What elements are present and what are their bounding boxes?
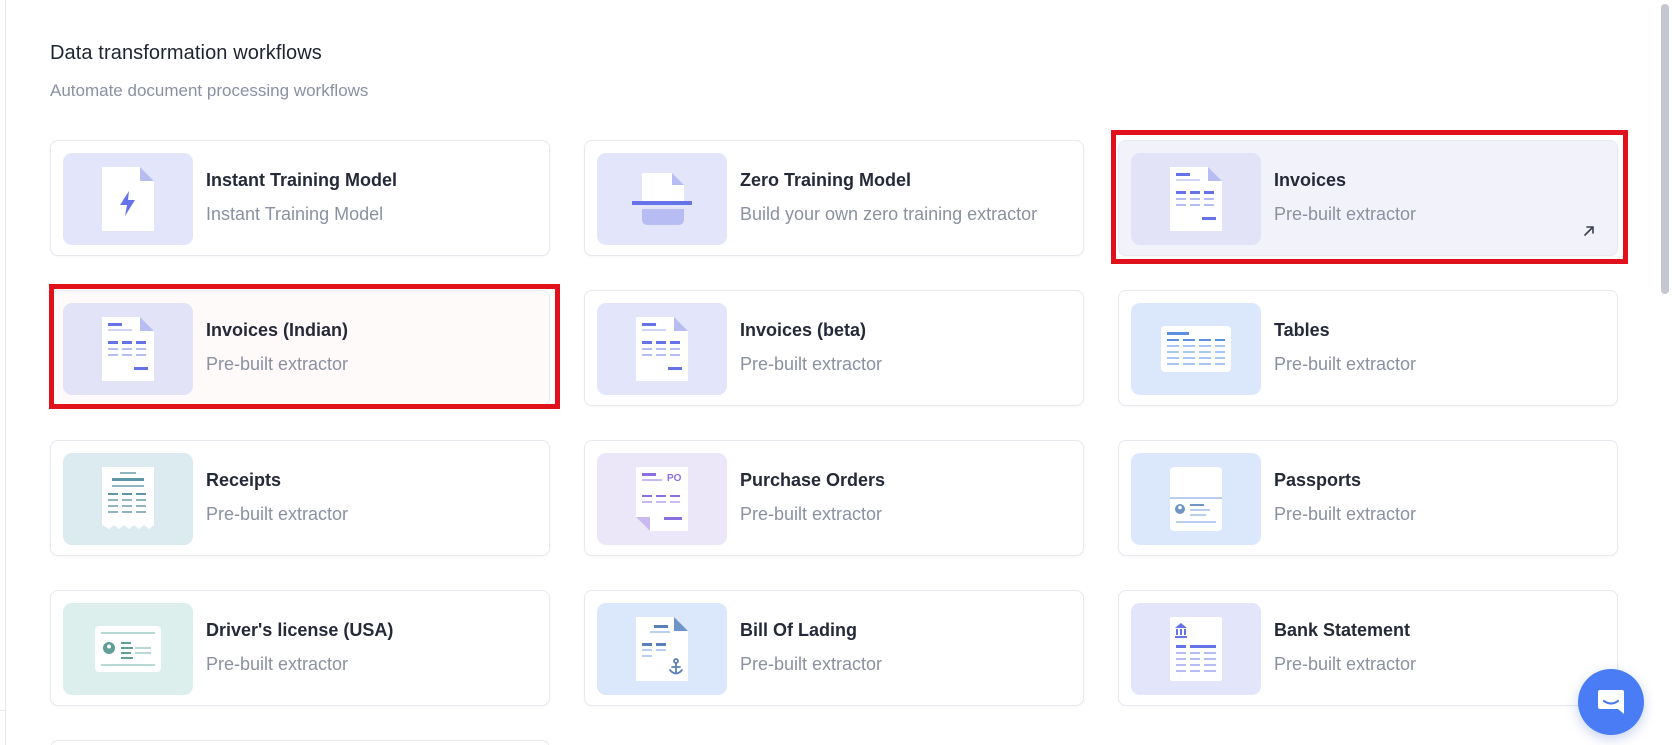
section-title: Data transformation workflows [50,42,322,64]
card-thumbnail [597,303,727,395]
card-title: Receipts [206,470,282,490]
card-purchase-orders[interactable]: PO Purchase Orders Pre-built extractor [584,440,1084,556]
card-thumbnail [63,603,193,695]
card-thumbnail [1131,303,1261,395]
card-invoices[interactable]: Invoices Pre-built extractor [1118,140,1618,256]
card-zero-training-model[interactable]: Zero Training Model Build your own zero … [584,140,1084,256]
card-title: Driver's license (USA) [206,620,394,640]
scrollbar-track[interactable] [1658,0,1672,745]
scan-document-icon [632,173,692,225]
card-thumbnail [63,303,193,395]
card-thumbnail [1131,603,1261,695]
external-link-arrow-icon[interactable] [1581,223,1597,239]
po-badge-text: PO [667,473,682,484]
card-bill-of-lading[interactable]: Bill Of Lading Pre-built extractor [584,590,1084,706]
card-instant-training-model[interactable]: Instant Training Model Instant Training … [50,140,550,256]
anchor-document-icon [636,617,688,681]
card-title: Passports [1274,470,1362,490]
chat-launcher-button[interactable] [1578,669,1644,735]
card-title: Invoices [1274,170,1347,190]
card-subtitle: Pre-built extractor [1274,504,1417,524]
card-thumbnail [597,603,727,695]
card-title: Invoices (Indian) [206,320,349,340]
card-thumbnail [1131,153,1261,245]
card-title: Invoices (beta) [740,320,867,340]
card-subtitle: Build your own zero training extractor [740,204,1038,224]
bank-document-icon [1170,617,1222,681]
card-subtitle: Pre-built extractor [1274,654,1417,674]
receipt-icon [102,467,154,529]
passport-icon [1170,467,1222,531]
card-tables[interactable]: Tables Pre-built extractor [1118,290,1618,406]
card-thumbnail [63,153,193,245]
card-title: Instant Training Model [206,170,398,190]
card-drivers-license-usa[interactable]: Driver's license (USA) Pre-built extract… [50,590,550,706]
card-partial-next-row[interactable] [50,740,550,745]
card-subtitle: Pre-built extractor [1274,204,1417,224]
card-title: Zero Training Model [740,170,912,190]
card-title: Tables [1274,320,1330,340]
invoice-document-icon [1170,167,1222,231]
card-title: Bank Statement [1274,620,1411,640]
card-thumbnail [1131,453,1261,545]
card-invoices-beta[interactable]: Invoices (beta) Pre-built extractor [584,290,1084,406]
invoice-document-icon [102,317,154,381]
scrollbar-thumb[interactable] [1661,4,1669,294]
chat-bubble-icon [1598,690,1624,714]
card-thumbnail [597,153,727,245]
card-title: Purchase Orders [740,470,886,490]
card-passports[interactable]: Passports Pre-built extractor [1118,440,1618,556]
card-bank-statement[interactable]: Bank Statement Pre-built extractor [1118,590,1618,706]
lightning-document-icon [102,167,154,231]
card-title: Bill Of Lading [740,620,857,640]
card-subtitle: Pre-built extractor [206,654,349,674]
section-subtitle: Automate document processing workflows [50,81,369,100]
card-subtitle: Instant Training Model [206,204,384,224]
card-subtitle: Pre-built extractor [740,504,883,524]
left-divider-tick [0,710,6,711]
id-card-icon [95,626,161,672]
card-subtitle: Pre-built extractor [740,354,883,374]
purchase-order-icon: PO [636,467,688,531]
card-thumbnail: PO [597,453,727,545]
card-thumbnail [63,453,193,545]
card-subtitle: Pre-built extractor [1274,354,1417,374]
table-document-icon [1161,326,1231,372]
card-subtitle: Pre-built extractor [740,654,883,674]
card-subtitle: Pre-built extractor [206,354,349,374]
card-subtitle: Pre-built extractor [206,504,349,524]
left-divider [5,0,6,745]
invoice-document-icon [636,317,688,381]
card-invoices-indian[interactable]: Invoices (Indian) Pre-built extractor [50,290,550,406]
card-receipts[interactable]: Receipts Pre-built extractor [50,440,550,556]
